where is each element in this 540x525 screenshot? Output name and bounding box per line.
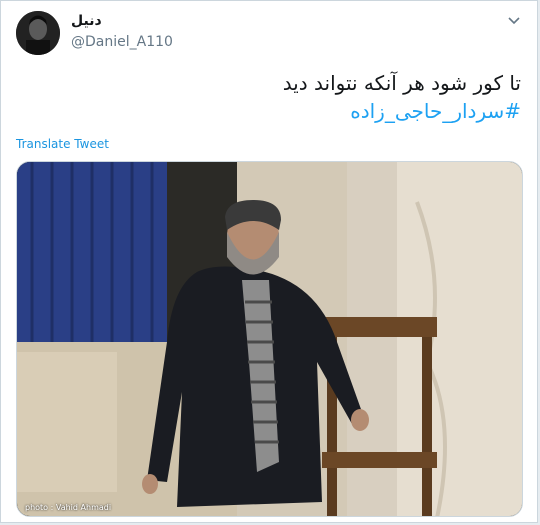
- display-name[interactable]: دنیل: [71, 13, 102, 29]
- photo-image: [17, 162, 522, 516]
- tweet-card[interactable]: دنیل @Daniel_A110 تا کور شود هر آنکه نتو…: [0, 0, 538, 523]
- tweet-photo[interactable]: photo : Vahid Ahmadi: [16, 161, 523, 517]
- tweet-text: تا کور شود هر آنکه نتواند دید: [282, 71, 521, 95]
- avatar[interactable]: [16, 11, 60, 55]
- user-handle[interactable]: @Daniel_A110: [71, 34, 173, 50]
- translate-tweet-link[interactable]: Translate Tweet: [16, 137, 109, 151]
- photo-credit: photo : Vahid Ahmadi: [25, 503, 112, 512]
- chevron-down-icon[interactable]: [505, 11, 523, 29]
- hashtag-link[interactable]: #سردار_حاجی_زاده: [41, 97, 521, 125]
